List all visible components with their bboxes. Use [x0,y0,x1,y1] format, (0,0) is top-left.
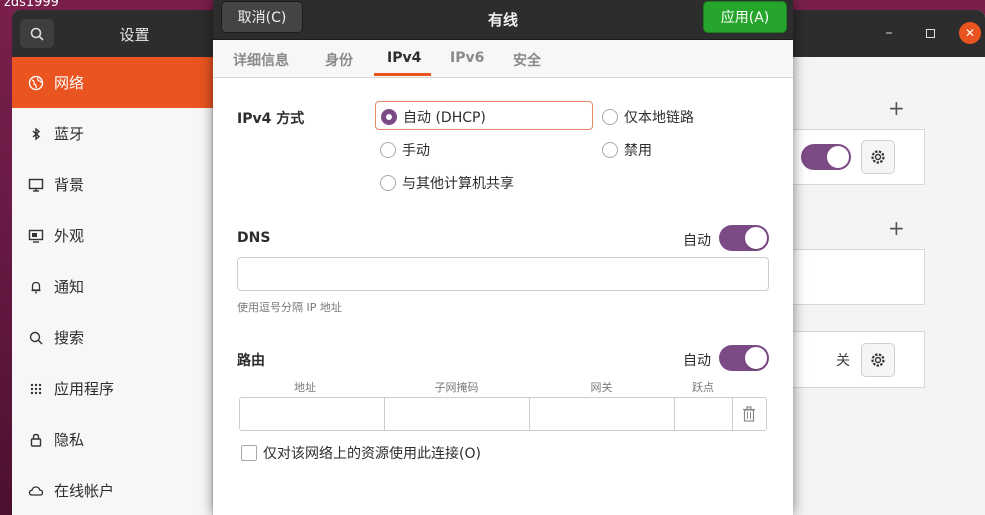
minimize-button[interactable]: – [878,22,900,44]
search-icon [26,328,46,348]
wired-toggle[interactable] [801,144,851,170]
checkbox-indicator [241,445,257,461]
sidebar-item-label: 在线帐户 [54,482,115,500]
routes-auto-toggle[interactable] [719,345,769,371]
radio-indicator [380,175,396,191]
routes-auto-label: 自动 [683,353,711,369]
sidebar-item-bluetooth[interactable]: 蓝牙 [12,108,213,159]
radio-disabled[interactable]: 禁用 [602,140,652,160]
sidebar-item-label: 蓝牙 [54,125,85,143]
route-gateway-input[interactable] [530,398,675,430]
ipv4-method-label: IPv4 方式 [237,111,305,127]
sidebar-item-appearance[interactable]: 外观 [12,210,213,261]
proxy-settings-button[interactable] [861,343,895,377]
route-address-input[interactable] [240,398,385,430]
tab-ipv4[interactable]: IPv4 [387,50,421,66]
lock-icon [26,430,46,450]
column-header-gateway: 网关 [590,381,613,394]
radio-auto-dhcp[interactable]: 自动 (DHCP) [381,107,486,127]
sidebar-item-notifications[interactable]: 通知 [12,261,213,312]
grid-icon [26,379,46,399]
radio-shared[interactable]: 与其他计算机共享 [380,173,514,193]
dialog-tabs: 详细信息 身份 IPv4 IPv6 安全 [213,40,793,78]
maximize-icon [925,28,935,38]
dns-auto-toggle[interactable] [719,225,769,251]
proxy-status-label: 关 [836,353,850,369]
trash-icon [743,406,755,422]
routes-label: 路由 [237,353,265,369]
cancel-button[interactable]: 取消(C) [221,1,303,33]
radio-indicator [602,142,618,158]
sidebar-item-applications[interactable]: 应用程序 [12,363,213,414]
close-button[interactable]: ✕ [959,22,981,44]
sidebar-item-label: 通知 [54,278,85,296]
gear-icon [871,150,885,164]
sidebar-item-online-accounts[interactable]: 在线帐户 [12,465,213,515]
column-header-metric: 跃点 [692,381,714,394]
bell-icon [26,277,46,297]
radio-indicator [380,142,396,158]
add-vpn-icon[interactable]: + [888,216,905,240]
radio-label: 禁用 [624,143,652,159]
proxy-card: 关 [792,331,925,388]
globe-icon [26,73,46,93]
sidebar-item-label: 搜索 [54,329,85,347]
delete-route-button[interactable] [740,405,758,423]
sidebar-item-label: 背景 [54,176,85,194]
appearance-icon [26,226,46,246]
radio-label: 与其他计算机共享 [402,176,514,192]
dialog-header: 取消(C) 有线 应用(A) [213,0,793,40]
tab-ipv6[interactable]: IPv6 [450,50,484,66]
radio-label: 仅本地链路 [624,110,694,126]
only-local-resources-checkbox[interactable]: 仅对该网络上的资源使用此连接(O) [241,443,481,463]
dns-hint: 使用逗号分隔 IP 地址 [237,301,342,314]
column-header-address: 地址 [294,381,316,394]
radio-link-local[interactable]: 仅本地链路 [602,107,694,127]
checkbox-label: 仅对该网络上的资源使用此连接(O) [263,446,481,462]
vpn-card [792,249,925,305]
bluetooth-icon [26,124,46,144]
dns-auto-label: 自动 [683,233,711,249]
sidebar-item-label: 隐私 [54,431,85,449]
sidebar-item-label: 应用程序 [54,380,115,398]
add-connection-icon[interactable]: + [888,96,905,120]
settings-sidebar: 网络 蓝牙 背景 外观 通知 搜索 应用程序 隐私 在线帐户 [12,57,213,515]
column-header-netmask: 子网掩码 [434,381,479,394]
sidebar-item-search[interactable]: 搜索 [12,312,213,363]
ipv4-panel: IPv4 方式 自动 (DHCP) 仅本地链路 手动 禁用 与其他计算机共享 D… [213,78,793,515]
sidebar-item-privacy[interactable]: 隐私 [12,414,213,465]
wired-dialog: 取消(C) 有线 应用(A) 详细信息 身份 IPv4 IPv6 安全 IPv4… [213,0,793,515]
close-icon: ✕ [964,26,976,40]
dns-input[interactable] [237,257,769,291]
radio-indicator [602,109,618,125]
dns-label: DNS [237,230,271,246]
route-netmask-input[interactable] [385,398,530,430]
route-entry-row [239,397,767,431]
sidebar-item-label: 外观 [54,227,85,245]
wired-connection-card [792,129,925,185]
cloud-icon [26,481,46,501]
sidebar-item-background[interactable]: 背景 [12,159,213,210]
tab-security[interactable]: 安全 [513,50,541,70]
route-metric-input[interactable] [675,398,733,430]
tab-identity[interactable]: 身份 [325,50,353,70]
gear-icon [871,353,885,367]
sidebar-item-network[interactable]: 网络 [12,57,213,108]
wired-settings-button[interactable] [861,140,895,174]
minimize-icon: – [885,25,893,41]
tab-details[interactable]: 详细信息 [233,50,289,70]
apply-button[interactable]: 应用(A) [703,1,787,33]
radio-manual[interactable]: 手动 [380,140,430,160]
radio-indicator [381,109,397,125]
maximize-button[interactable] [919,22,941,44]
radio-label: 手动 [402,143,430,159]
monitor-icon [26,175,46,195]
desktop-username-label: zds1999 [4,0,59,10]
active-tab-indicator [374,73,431,76]
sidebar-item-label: 网络 [54,74,85,92]
radio-label: 自动 (DHCP) [403,110,486,126]
